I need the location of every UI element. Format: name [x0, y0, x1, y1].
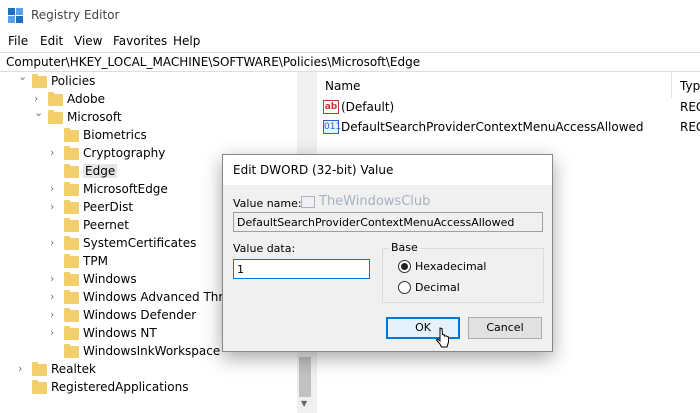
window-title: Registry Editor	[31, 8, 120, 22]
chevron-right-icon[interactable]: ›	[50, 182, 54, 195]
folder-icon	[64, 146, 79, 160]
tree-node-adobe[interactable]: › Adobe	[0, 91, 300, 109]
column-header-type[interactable]: Typ	[672, 72, 700, 98]
chevron-right-icon[interactable]: ›	[50, 236, 54, 249]
registry-editor-icon	[8, 8, 24, 24]
tree-node-label: Windows Defender	[83, 308, 197, 322]
value-name-field[interactable]: DefaultSearchProviderContextMenuAccessAl…	[233, 212, 543, 232]
chevron-right-icon[interactable]: ›	[50, 308, 54, 321]
tree-node-label: Adobe	[67, 92, 105, 106]
tree-node-label: Windows Advanced Threat	[83, 290, 243, 304]
menu-bar: File Edit View Favorites Help	[0, 32, 700, 52]
watermark-logo-icon	[301, 196, 315, 208]
mouse-cursor-icon	[436, 327, 449, 348]
chevron-right-icon[interactable]: ›	[50, 200, 54, 213]
watermark-text: TheWindowsClub	[319, 194, 431, 209]
tree-node-label: SystemCertificates	[83, 236, 197, 250]
folder-icon	[64, 236, 79, 250]
edit-dword-dialog: Edit DWORD (32-bit) Value TheWindowsClub…	[222, 154, 553, 352]
tree-node-microsoft[interactable]: ⌄ Microsoft	[0, 106, 300, 127]
base-group-label: Base	[389, 241, 420, 254]
folder-icon	[64, 272, 79, 286]
folder-icon	[64, 182, 79, 196]
folder-icon	[32, 380, 47, 394]
folder-icon	[32, 74, 47, 88]
decimal-label[interactable]: Decimal	[415, 281, 460, 294]
tree-node-label: Windows NT	[83, 326, 157, 340]
hexadecimal-label[interactable]: Hexadecimal	[415, 260, 486, 273]
radio-hexadecimal[interactable]	[398, 260, 411, 273]
chevron-right-icon[interactable]: ›	[34, 92, 38, 105]
dialog-title-bar: Edit DWORD (32-bit) Value	[223, 155, 552, 185]
menu-help[interactable]: Help	[173, 34, 200, 48]
folder-icon	[48, 92, 63, 106]
tree-node-label: Cryptography	[83, 146, 166, 160]
folder-icon	[64, 200, 79, 214]
tree-node-label: Biometrics	[83, 128, 147, 142]
chevron-down-icon[interactable]: ⌄	[34, 106, 43, 119]
tree-node-label: Windows	[83, 272, 137, 286]
value-row[interactable]: ab(Default) REG	[317, 98, 700, 118]
tree-node-label: Realtek	[51, 362, 96, 376]
scrollbar-thumb[interactable]	[299, 357, 311, 397]
folder-icon	[64, 164, 79, 178]
folder-icon	[64, 326, 79, 340]
value-name-label: Value name:	[233, 197, 302, 210]
tree-node-realtek[interactable]: › Realtek	[0, 361, 300, 379]
column-header-name[interactable]: Name	[317, 72, 672, 98]
string-value-icon: ab	[323, 100, 339, 114]
folder-icon	[64, 344, 79, 358]
tree-node-label: Microsoft	[67, 110, 122, 124]
folder-icon	[64, 254, 79, 268]
tree-node-policies[interactable]: ⌄ Policies	[0, 72, 300, 91]
tree-node-biometrics[interactable]: Biometrics	[0, 127, 300, 145]
tree-node-label: Policies	[51, 74, 96, 88]
tree-node-label: MicrosoftEdge	[83, 182, 168, 196]
address-bar[interactable]: Computer\HKEY_LOCAL_MACHINE\SOFTWARE\Pol…	[0, 52, 700, 72]
folder-icon	[64, 290, 79, 304]
chevron-right-icon[interactable]: ›	[50, 290, 54, 303]
menu-file[interactable]: File	[8, 34, 28, 48]
folder-icon	[32, 362, 47, 376]
tree-node-label: PeerDist	[83, 200, 134, 214]
folder-icon	[64, 308, 79, 322]
tree-node-label: Edge	[83, 164, 118, 178]
radio-decimal[interactable]	[398, 281, 411, 294]
folder-icon	[64, 128, 79, 142]
dialog-title: Edit DWORD (32-bit) Value	[233, 163, 394, 177]
chevron-down-icon[interactable]: ⌄	[18, 72, 27, 83]
tree-node-label: RegisteredApplications	[51, 380, 189, 394]
value-type: REG	[680, 120, 700, 134]
value-data-label: Value data:	[233, 242, 296, 255]
value-name: DefaultSearchProviderContextMenuAccessAl…	[341, 120, 644, 134]
base-group: Base Hexadecimal Decimal	[382, 241, 544, 303]
chevron-right-icon[interactable]: ›	[18, 362, 22, 375]
cancel-button[interactable]: Cancel	[468, 317, 542, 339]
address-path: Computer\HKEY_LOCAL_MACHINE\SOFTWARE\Pol…	[6, 55, 421, 69]
scroll-down-icon[interactable]: ▼	[301, 399, 307, 408]
dword-value-icon: 011	[323, 120, 342, 134]
chevron-right-icon[interactable]: ›	[50, 326, 54, 339]
folder-icon	[64, 218, 79, 232]
chevron-right-icon[interactable]: ›	[50, 272, 54, 285]
menu-edit[interactable]: Edit	[40, 34, 63, 48]
tree-node-label: TPM	[83, 254, 108, 268]
folder-icon	[48, 110, 63, 124]
tree-node-label: WindowsInkWorkspace	[83, 344, 221, 358]
value-data-input[interactable]: 1	[233, 259, 370, 279]
menu-favorites[interactable]: Favorites	[113, 34, 167, 48]
value-type: REG	[680, 100, 700, 114]
tree-node-registeredapplications[interactable]: RegisteredApplications	[0, 379, 300, 397]
value-name: (Default)	[341, 100, 395, 114]
value-row[interactable]: 011 DefaultSearchProviderContextMenuAcces…	[317, 118, 700, 138]
chevron-right-icon[interactable]: ›	[50, 146, 54, 159]
title-bar: Registry Editor	[0, 0, 700, 32]
menu-view[interactable]: View	[74, 34, 102, 48]
tree-node-label: Peernet	[83, 218, 129, 232]
